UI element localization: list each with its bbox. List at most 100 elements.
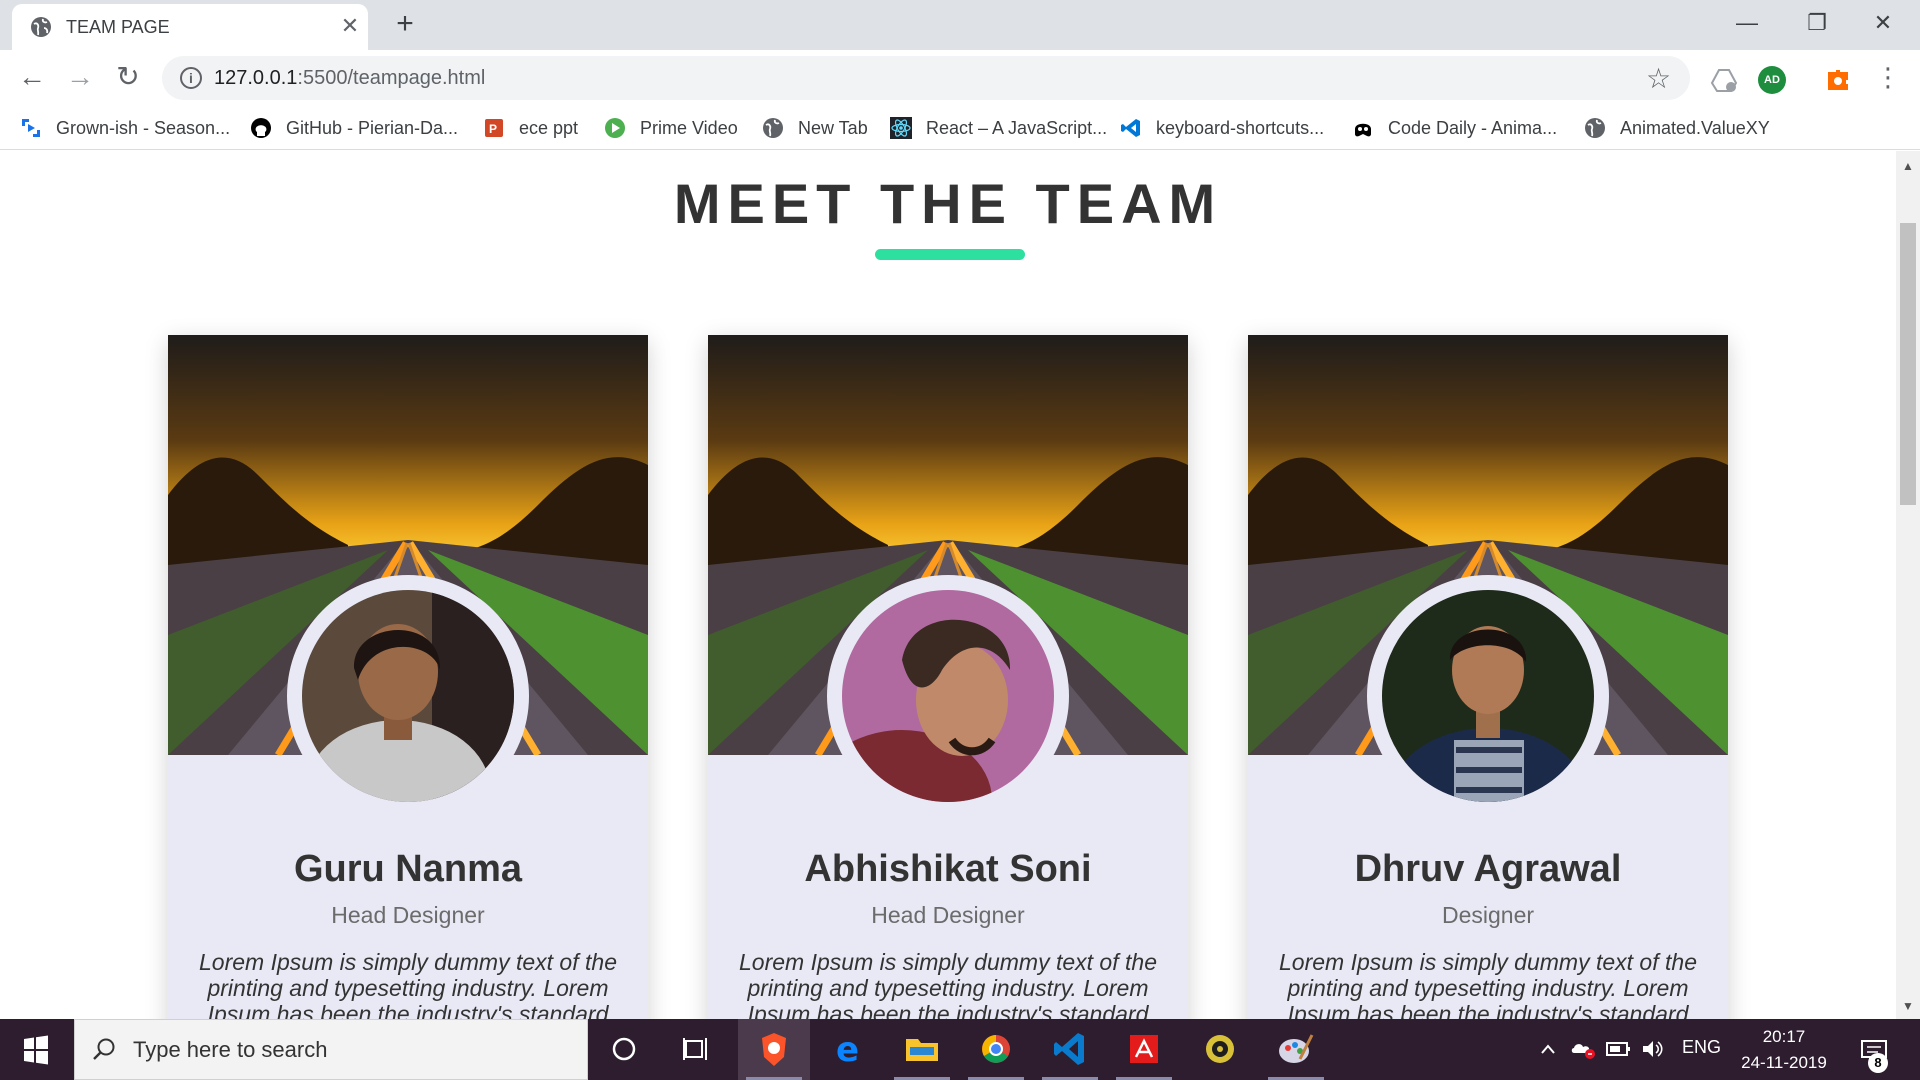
site-info-icon[interactable]: i — [180, 67, 202, 89]
bookmark-label: Animated.ValueXY — [1620, 117, 1770, 138]
new-tab-button[interactable]: + — [390, 9, 420, 40]
windows-start-icon[interactable] — [0, 1019, 72, 1080]
bookmark-label: React – A JavaScript... — [926, 117, 1108, 138]
bookmark-item[interactable]: keyboard-shortcuts... — [1120, 114, 1324, 142]
taskbar-app-vscode[interactable] — [1034, 1019, 1106, 1080]
bookmark-label: keyboard-shortcuts... — [1156, 117, 1325, 138]
browser-toolbar: ← → ↻ i 127.0.0.1:5500/teampage.html ☆ A… — [0, 50, 1920, 106]
github-icon — [251, 118, 271, 138]
bookmarks-bar: Grown-ish - Season... GitHub - Pierian-D… — [0, 106, 1920, 150]
member-description: Lorem Ipsum is simply dummy text of the … — [1279, 949, 1697, 1019]
cortana-icon[interactable] — [588, 1019, 660, 1080]
bookmark-label: Grown-ish - Season... — [56, 117, 231, 138]
profile-avatar[interactable]: AD — [1758, 66, 1786, 94]
clock-time[interactable]: 20:17 — [1734, 1027, 1834, 1047]
minimize-button[interactable]: — — [1724, 6, 1770, 40]
title-underline — [875, 249, 1025, 260]
avatar-ring — [827, 575, 1069, 817]
scroll-down-icon[interactable]: ▼ — [1902, 999, 1914, 1013]
volume-icon[interactable] — [1640, 1037, 1666, 1061]
window-close-button[interactable]: ✕ — [1860, 6, 1906, 40]
member-name: Guru Nanma — [293, 848, 523, 890]
drive-extension-icon[interactable] — [1710, 66, 1738, 94]
svg-text:e: e — [836, 1030, 859, 1070]
bookmark-star-icon[interactable]: ☆ — [1646, 62, 1671, 95]
avatar-ring — [287, 575, 529, 817]
team-card: Guru Nanma Head Designer Lorem Ipsum is … — [168, 335, 648, 1019]
prime-video-icon — [605, 118, 625, 138]
member-description: Lorem Ipsum is simply dummy text of the … — [739, 949, 1157, 1019]
page-title: MEET THE TEAM — [673, 172, 1223, 235]
taskbar-search-box[interactable]: Type here to search — [74, 1019, 588, 1080]
avatar-ring — [1367, 575, 1609, 817]
member-name: Abhishikat Soni — [804, 848, 1092, 890]
forward-button[interactable]: → — [62, 60, 98, 96]
tray-overflow-icon[interactable] — [1538, 1039, 1558, 1059]
globe-icon — [1585, 118, 1605, 138]
scroll-up-icon[interactable]: ▲ — [1902, 159, 1914, 173]
url-path: :5500/teampage.html — [297, 67, 486, 89]
powerpoint-icon: P — [485, 119, 503, 137]
member-description: Lorem Ipsum is simply dummy text of the … — [199, 949, 617, 1019]
bookmark-label: Code Daily - Anima... — [1388, 117, 1558, 138]
tab-close-icon[interactable]: ✕ — [338, 14, 362, 38]
bookmark-label: Prime Video — [640, 117, 738, 138]
web-page: MEET THE TEAM Guru Nanma Head Designer L… — [0, 151, 1896, 1019]
bookmark-label: ece ppt — [519, 117, 579, 138]
taskbar-app-paint[interactable] — [1260, 1019, 1332, 1080]
edge-icon: e — [836, 1030, 859, 1070]
battery-icon[interactable] — [1606, 1039, 1632, 1059]
react-icon — [890, 117, 912, 139]
taskbar-app-chrome[interactable] — [960, 1019, 1032, 1080]
member-role: Head Designer — [871, 902, 1025, 928]
notification-count-badge: 8 — [1868, 1053, 1888, 1073]
member-name: Dhruv Agrawal — [1354, 848, 1622, 890]
member-role: Designer — [1441, 902, 1535, 928]
browser-menu-icon[interactable]: ⋮ — [1870, 60, 1906, 96]
vscode-icon — [1054, 1033, 1084, 1065]
back-button[interactable]: ← — [14, 60, 50, 96]
tab-title: TEAM PAGE — [66, 17, 170, 37]
globe-icon — [31, 17, 51, 37]
taskbar-app-media[interactable] — [1184, 1019, 1256, 1080]
restore-button[interactable]: ❐ — [1794, 6, 1840, 40]
language-indicator[interactable]: ENG — [1682, 1037, 1721, 1058]
onedrive-icon[interactable] — [1570, 1037, 1596, 1061]
stream-icon — [22, 119, 40, 137]
codedaily-icon — [1355, 123, 1371, 137]
scrollbar-thumb[interactable] — [1900, 223, 1916, 505]
team-card: Dhruv Agrawal Designer Lorem Ipsum is si… — [1248, 335, 1728, 1019]
bookmark-item[interactable]: GitHub - Pierian-Da... — [250, 114, 458, 142]
page-scrollbar[interactable]: ▲ ▼ — [1896, 151, 1920, 1019]
svg-text:P: P — [489, 122, 497, 136]
taskbar-app-brave[interactable] — [738, 1019, 810, 1080]
screen: TEAM PAGE ✕ + — ❐ ✕ ← → ↻ i 127.0.0.1:55… — [0, 0, 1920, 1080]
team-card: Abhishikat Soni Head Designer Lorem Ipsu… — [708, 335, 1188, 1019]
reload-button[interactable]: ↻ — [110, 60, 146, 96]
bookmark-item[interactable]: Prime Video — [604, 114, 738, 142]
task-view-icon[interactable] — [660, 1019, 732, 1080]
bookmark-item[interactable]: New Tab — [762, 114, 868, 142]
paint-icon — [1279, 1034, 1314, 1063]
bookmark-item[interactable]: Code Daily - Anima... — [1352, 114, 1557, 142]
url-host: 127.0.0.1 — [214, 67, 298, 89]
extension-icon[interactable] — [1824, 66, 1852, 94]
windows-taskbar: Type here to search e ENG 20:17 24-11-20… — [0, 1019, 1920, 1080]
bookmark-label: New Tab — [798, 117, 868, 138]
globe-icon — [763, 118, 783, 138]
address-bar[interactable]: i 127.0.0.1:5500/teampage.html ☆ — [162, 56, 1690, 100]
tab-team-page[interactable]: TEAM PAGE ✕ — [12, 4, 368, 50]
avatar — [302, 590, 514, 802]
taskbar-app-acrobat[interactable] — [1108, 1019, 1180, 1080]
clock-date[interactable]: 24-11-2019 — [1734, 1053, 1834, 1073]
bookmark-item[interactable]: P ece ppt — [483, 114, 578, 142]
bookmark-item[interactable]: Grown-ish - Season... — [20, 114, 230, 142]
member-role: Head Designer — [331, 902, 485, 928]
bookmark-item[interactable]: React – A JavaScript... — [890, 114, 1107, 142]
taskbar-app-edge[interactable]: e — [812, 1019, 884, 1080]
bookmark-item[interactable]: Animated.ValueXY — [1584, 114, 1770, 142]
url-text[interactable]: 127.0.0.1:5500/teampage.html — [214, 67, 485, 90]
taskbar-app-file-explorer[interactable] — [886, 1019, 958, 1080]
bookmark-label: GitHub - Pierian-Da... — [286, 117, 459, 138]
acrobat-icon — [1130, 1035, 1158, 1063]
